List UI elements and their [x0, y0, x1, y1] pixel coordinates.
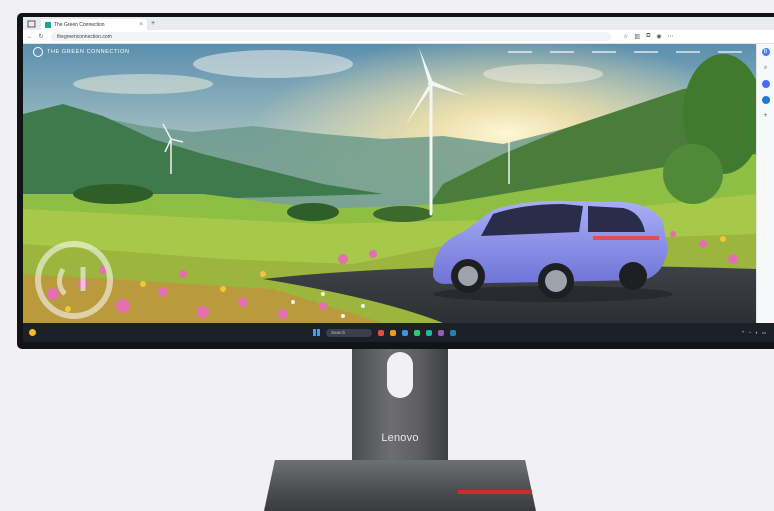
app-icon-6[interactable]: [438, 329, 444, 336]
tab-title: The Green Connection: [54, 21, 105, 28]
search-icon[interactable]: ⌕: [762, 64, 770, 72]
outlook-icon[interactable]: [761, 96, 770, 104]
cable-management-hole: [387, 352, 413, 398]
add-sidebar-icon[interactable]: +: [762, 112, 770, 120]
windows-start-icon[interactable]: [313, 329, 320, 336]
site-logo-icon: [33, 47, 43, 57]
site-menu-item-6[interactable]: [718, 51, 742, 53]
app-icon-3[interactable]: [402, 329, 408, 336]
back-arrow-icon[interactable]: ←: [26, 34, 34, 40]
browser-tab[interactable]: The Green Connection ×: [41, 19, 147, 30]
profile-icon[interactable]: ◉: [656, 33, 661, 40]
refresh-icon[interactable]: ↻: [37, 33, 45, 40]
site-logo[interactable]: THE GREEN CONNECTION: [33, 47, 130, 57]
volume-icon[interactable]: ◖: [755, 330, 758, 335]
windows-taskbar: Search ^ ◔ ◖ ▭: [23, 323, 774, 342]
system-tray: ^ ◔ ◖ ▭: [742, 330, 766, 336]
monitor-screen: The Green Connection × + ← ↻ thegreencon…: [23, 17, 774, 342]
window-menu-icon[interactable]: [27, 20, 37, 28]
app-icon-2[interactable]: [390, 329, 396, 336]
copilot-icon[interactable]: b: [761, 48, 770, 56]
chevron-up-icon[interactable]: ^: [742, 330, 744, 335]
base-red-accent: [458, 490, 532, 494]
landscape-scene: [23, 44, 756, 323]
site-menu: [508, 51, 742, 53]
shopping-icon[interactable]: [761, 80, 770, 88]
app-icon-4[interactable]: [414, 329, 420, 336]
url-text: thegreenconnection.com: [57, 33, 112, 40]
monitor-stand-base: [264, 460, 536, 511]
browser-sidebar: b ⌕ +: [756, 44, 774, 323]
app-icon-1[interactable]: [378, 329, 384, 336]
site-menu-item-5[interactable]: [676, 51, 700, 53]
split-screen-icon[interactable]: ▥: [634, 33, 640, 40]
site-brand-name: THE GREEN CONNECTION: [47, 49, 130, 55]
close-tab-icon[interactable]: ×: [139, 22, 143, 28]
site-menu-item-3[interactable]: [592, 51, 616, 53]
app-icon-5[interactable]: [426, 329, 432, 336]
browser-address-bar: ← ↻ thegreenconnection.com ☆ ▥ ⧉ ◉ ⋯: [23, 30, 774, 44]
taskbar-search[interactable]: Search: [326, 328, 372, 337]
sun-icon: [29, 329, 36, 336]
site-menu-item-1[interactable]: [508, 51, 532, 53]
favorite-star-icon[interactable]: ☆: [623, 33, 628, 40]
wifi-icon[interactable]: ◔: [748, 330, 751, 335]
monitor-brand-label: Lenovo: [381, 432, 419, 444]
site-navigation: THE GREEN CONNECTION: [23, 44, 756, 60]
url-field[interactable]: thegreenconnection.com: [51, 32, 611, 41]
site-menu-item-4[interactable]: [634, 51, 658, 53]
brand-watermark-icon: [33, 239, 115, 321]
battery-icon[interactable]: ▭: [762, 330, 766, 336]
browser-tab-bar: The Green Connection × +: [23, 17, 774, 30]
site-favicon-icon: [45, 21, 51, 28]
site-menu-item-2[interactable]: [550, 51, 574, 53]
website-hero: THE GREEN CONNECTION: [23, 44, 756, 323]
app-icon-7[interactable]: [450, 329, 456, 336]
collections-icon[interactable]: ⧉: [646, 33, 650, 40]
weather-widget[interactable]: [29, 329, 36, 336]
taskbar-center: Search: [313, 328, 456, 337]
new-tab-button[interactable]: +: [151, 20, 155, 27]
more-menu-icon[interactable]: ⋯: [668, 33, 674, 40]
